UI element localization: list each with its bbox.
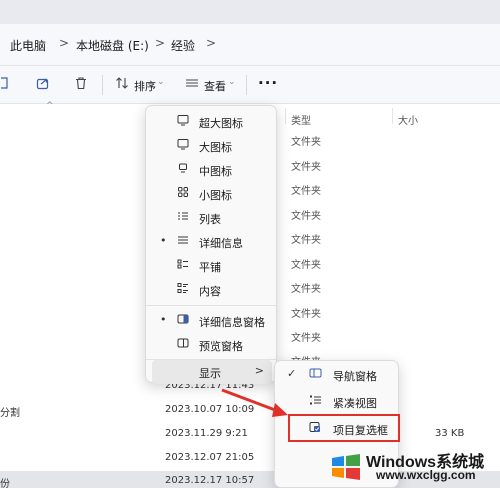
annotation-arrow-icon xyxy=(221,388,288,417)
watermark: Windows系统城 www.wxclgg.com xyxy=(318,446,500,488)
watermark-url: www.wxclgg.com xyxy=(376,468,476,482)
windows-logo-icon xyxy=(332,454,360,480)
file-explorer-window: 此电脑 > 本地磁盘 (E:) > 经验 > 排序 ⌄ 查看 ⌄ ··· ^ 类… xyxy=(0,0,500,488)
